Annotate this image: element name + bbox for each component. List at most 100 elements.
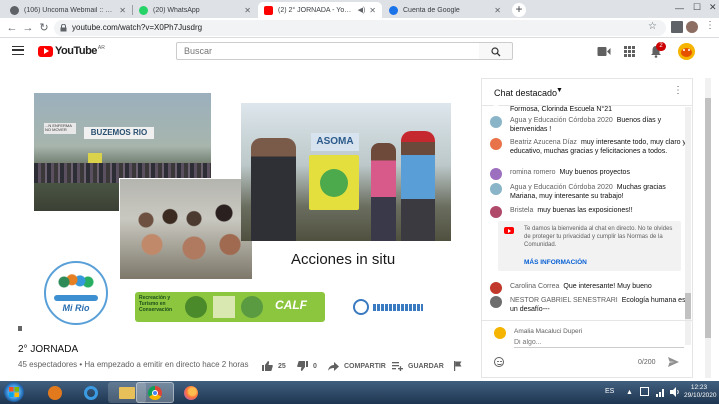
asoma-banner: ASOMA [311, 133, 359, 151]
reload-button[interactable]: ↻ [38, 22, 50, 34]
youtube-icon [504, 227, 514, 234]
message-text: Que interesante! Muy bueno [563, 283, 652, 290]
window-close-button[interactable]: ✕ [709, 2, 717, 13]
google-icon [389, 5, 398, 15]
extension-icon[interactable] [671, 21, 683, 33]
windows-taskbar: ES ▲ 12:23 29/10/2020 [0, 381, 719, 404]
language-indicator[interactable]: ES [605, 388, 614, 395]
browser-menu-icon[interactable]: ⋮ [705, 20, 715, 31]
new-tab-button[interactable]: + [512, 3, 526, 17]
chrome-taskbar-item[interactable] [136, 382, 174, 403]
tray-expand-icon[interactable]: ▲ [626, 389, 633, 396]
media-player-taskbar-item[interactable] [36, 382, 74, 403]
minimize-button[interactable]: — [675, 3, 684, 13]
apps-grid-icon[interactable] [624, 46, 635, 57]
url-text: youtube.com/watch?v=X0Ph7Jusdrg [72, 23, 203, 32]
lock-icon[interactable] [60, 24, 67, 32]
player-control-icon[interactable] [18, 326, 22, 331]
volume-icon[interactable] [670, 387, 680, 397]
clock-time: 12:23 [690, 384, 708, 391]
profile-avatar[interactable] [686, 21, 698, 33]
taskbar-clock[interactable]: 12:23 29/10/2020 [684, 384, 717, 400]
start-button[interactable] [4, 382, 24, 402]
like-button[interactable]: 25 [262, 360, 286, 372]
share-button[interactable]: COMPARTIR [328, 360, 386, 372]
chat-mode-label[interactable]: Chat destacado [494, 88, 557, 98]
action-center-icon[interactable] [640, 387, 649, 396]
chevron-down-icon[interactable]: ▼ [556, 87, 563, 94]
group-photo [119, 178, 253, 280]
chat-header: Chat destacado ▼ ⋮ [482, 79, 692, 106]
close-icon[interactable]: ✕ [494, 6, 501, 15]
folder-icon [119, 386, 135, 399]
windows-logo-icon [9, 387, 19, 397]
hamburger-menu-icon[interactable] [12, 46, 24, 55]
chrome-icon [148, 385, 162, 400]
tab-google-account[interactable]: Cuenta de Google ✕ [383, 2, 507, 18]
page-scrollbar[interactable] [705, 78, 711, 378]
ie-icon [84, 385, 98, 400]
sponsor-logo-1 [185, 296, 207, 318]
create-video-icon[interactable] [597, 46, 611, 57]
message-text: muy buenas las exposiciones!! [537, 207, 633, 214]
dislike-count: 0 [313, 362, 317, 370]
chat-welcome-banner: Te damos la bienvenida al chat en direct… [498, 221, 681, 271]
share-icon [328, 361, 339, 371]
current-user-avatar [494, 327, 506, 339]
network-icon[interactable] [656, 387, 666, 397]
close-icon[interactable]: ✕ [244, 6, 251, 15]
close-icon[interactable]: ✕ [119, 6, 126, 15]
message-author: Bristela [510, 207, 534, 214]
forward-button[interactable]: → [22, 22, 34, 34]
more-info-link[interactable]: MÁS INFORMACIÓN [524, 259, 587, 266]
address-bar[interactable]: youtube.com/watch?v=X0Ph7Jusdrg ☆ [54, 20, 666, 36]
search-button[interactable] [479, 42, 513, 60]
current-user-name: Amalia Macaluci Duperi [514, 328, 583, 335]
sponsor-banner: Recreación y Turismo en Conservación CAL… [135, 292, 325, 322]
report-flag-icon[interactable] [454, 361, 462, 371]
tab-title: (106) Uncoma Webmail :: Entrada [24, 6, 116, 14]
person-pink [371, 143, 396, 241]
tab-webmail[interactable]: (106) Uncoma Webmail :: Entrada ✕ [4, 2, 132, 18]
close-icon[interactable]: ✕ [369, 6, 376, 15]
youtube-logo[interactable]: YouTube AR [38, 45, 105, 57]
sponsor-logo-2 [213, 296, 235, 318]
logo-text: YouTube [55, 45, 97, 57]
search-box[interactable] [176, 42, 480, 60]
tab-youtube[interactable]: (2) 2° JORNADA - YouTube ◀) ✕ [258, 2, 382, 18]
chat-message: Agua y Educación Córdoba 2020 Muchas grac… [490, 183, 686, 201]
tab-title: (20) WhatsApp [153, 6, 200, 14]
sponsor-text: Recreación y Turismo en Conservación [139, 295, 173, 313]
audio-icon[interactable]: ◀) [358, 6, 366, 14]
firefox-icon [184, 385, 198, 400]
youtube-icon [264, 5, 273, 15]
maximize-button[interactable]: ☐ [693, 2, 701, 13]
send-icon[interactable] [668, 357, 679, 367]
internet-explorer-taskbar-item[interactable] [72, 382, 110, 403]
save-button[interactable]: GUARDAR [392, 360, 444, 372]
back-button[interactable]: ← [6, 22, 18, 34]
protest-sign: ...N ENFERMA NO MOVER [44, 123, 76, 134]
thumbs-down-icon [297, 361, 308, 371]
emoji-icon[interactable] [494, 357, 504, 367]
yellow-poster [309, 155, 359, 210]
bookmark-star-icon[interactable]: ☆ [648, 21, 657, 32]
chat-input[interactable] [514, 337, 684, 348]
protest-photo-2: ASOMA [241, 103, 451, 241]
chat-menu-icon[interactable]: ⋮ [673, 85, 683, 96]
slide-caption: Acciones in situ [291, 251, 396, 268]
youtube-play-icon [38, 45, 53, 57]
video-meta: 45 espectadores • Ha empezado a emitir e… [18, 360, 249, 369]
tab-whatsapp[interactable]: (20) WhatsApp ✕ [133, 2, 257, 18]
video-title: 2° JORNADA [18, 344, 79, 355]
dislike-button[interactable]: 0 [297, 360, 317, 372]
message-author: NESTOR GABRIEL SENESTRARI [510, 297, 618, 304]
firefox-taskbar-item[interactable] [172, 382, 210, 403]
video-player[interactable]: ...N ENFERMA NO MOVER BUZEMOS RIO ASOMA … [18, 83, 468, 333]
chat-scrollbar-thumb[interactable] [685, 293, 691, 319]
account-avatar[interactable] [678, 43, 695, 60]
tab-title: Cuenta de Google [403, 6, 460, 14]
search-input[interactable] [177, 43, 479, 59]
welcome-text: Te damos la bienvenida al chat en direct… [524, 226, 673, 248]
save-label: GUARDAR [408, 362, 444, 370]
